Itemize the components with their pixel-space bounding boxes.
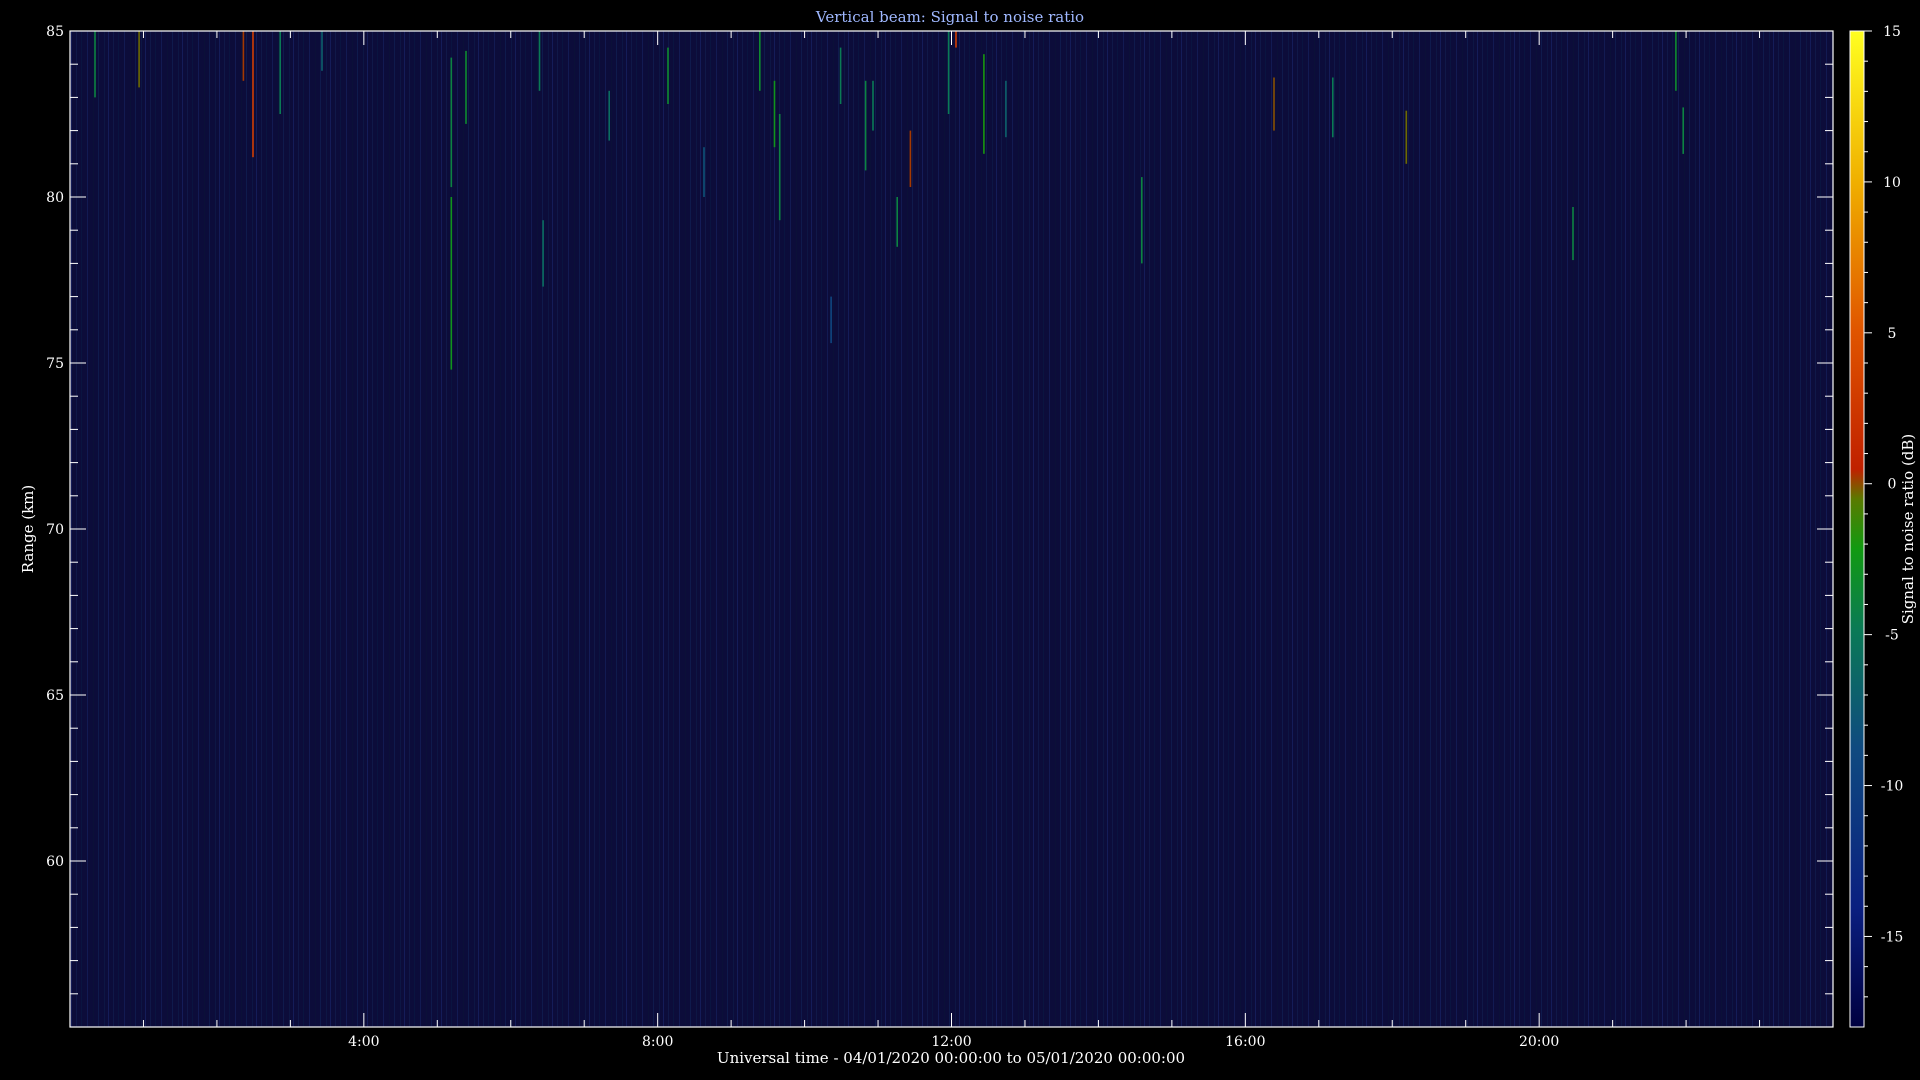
y-tick-label: 65 (46, 688, 64, 704)
x-tick-label: 20:00 (1519, 1034, 1559, 1050)
colorbar (1849, 30, 1865, 1028)
echo-streak (1005, 80, 1007, 138)
y-axis-label: Range (km) (19, 485, 37, 574)
y-tick-label: 80 (46, 190, 64, 206)
y-tick-label: 85 (46, 24, 64, 40)
colorbar-tick-label: 5 (1888, 326, 1897, 342)
echo-streak (955, 31, 957, 48)
echo-streak (1273, 77, 1275, 131)
echo-streak (830, 296, 832, 344)
echo-streak (279, 31, 281, 114)
echo-streak (450, 197, 453, 370)
snr-chart: Vertical beam: Signal to noise ratio 4:0… (19, 8, 1917, 1067)
x-axis-label: Universal time - 04/01/2020 00:00:00 to … (717, 1049, 1185, 1067)
y-tick-label: 75 (46, 356, 64, 372)
echo-streak (538, 31, 541, 91)
heatmap-background (70, 31, 1833, 1027)
x-tick-label: 8:00 (642, 1034, 673, 1050)
echo-streak (465, 50, 467, 124)
colorbar-tick-label: -10 (1881, 779, 1904, 795)
colorbar-label: Signal to noise ratio (dB) (1899, 434, 1917, 625)
y-tick-label: 70 (46, 522, 64, 538)
echo-streak (1572, 207, 1574, 261)
echo-streak (542, 220, 544, 287)
echo-streak (1675, 31, 1677, 91)
echo-streak (252, 31, 254, 158)
echo-streak (1332, 77, 1334, 138)
chart-title: Vertical beam: Signal to noise ratio (815, 8, 1084, 26)
colorbar-tick-label: 10 (1883, 175, 1901, 191)
echo-streak (759, 31, 761, 91)
echo-streak (778, 114, 781, 221)
echo-streak (1141, 177, 1143, 264)
colorbar-tick-label: -5 (1885, 628, 1899, 644)
echo-streak (909, 130, 912, 187)
echo-streak (450, 57, 453, 188)
echo-streak (94, 31, 96, 98)
echo-streak (1405, 110, 1408, 164)
x-tick-label: 12:00 (931, 1034, 971, 1050)
colorbar-tick-label: 0 (1888, 477, 1897, 493)
y-tick-label: 60 (46, 854, 64, 870)
echo-streak (667, 47, 669, 104)
x-tick-label: 4:00 (348, 1034, 379, 1050)
colorbar-ticks: -15 -10 -5 0 5 10 15 (1864, 24, 1904, 998)
echo-streak (608, 90, 610, 141)
echo-streak (773, 80, 776, 148)
colorbar-tick-label: 15 (1883, 24, 1901, 40)
echo-streak (1682, 107, 1684, 154)
echo-streak (872, 80, 874, 131)
echo-streak (703, 147, 705, 197)
echo-streak (242, 31, 245, 81)
x-tick-label: 16:00 (1225, 1034, 1265, 1050)
echo-streak (947, 31, 950, 114)
colorbar-tick-label: -15 (1881, 929, 1904, 945)
echo-streak (839, 47, 842, 104)
echo-streak (864, 80, 867, 171)
echo-streak (896, 197, 898, 247)
echo-streak (138, 31, 140, 88)
echo-streak (983, 54, 985, 154)
echo-streak (321, 31, 323, 71)
